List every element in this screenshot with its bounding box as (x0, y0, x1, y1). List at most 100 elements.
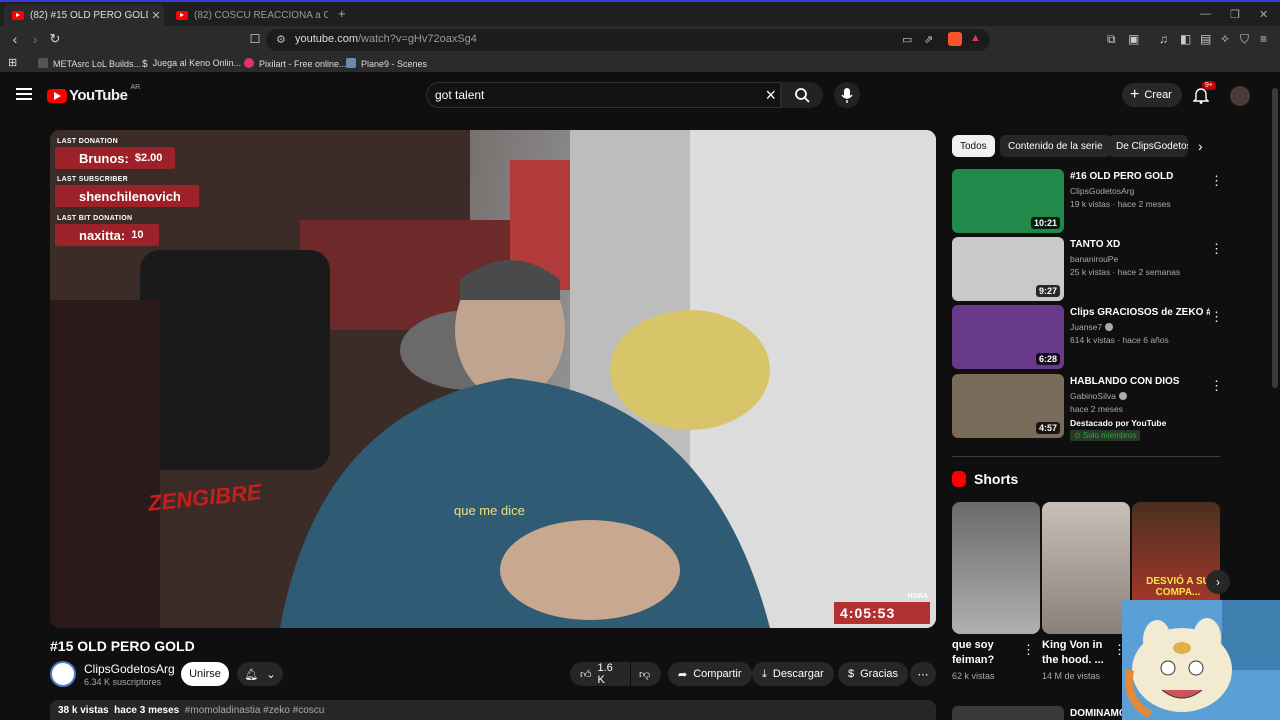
minimize-icon[interactable]: — (1200, 8, 1211, 20)
rec-channel: GabinoSilva (1070, 391, 1127, 401)
youtube-logo[interactable]: YouTube AR (47, 84, 140, 104)
tab-title: (82) COSCU REACCIONA a CU4TRO (194, 9, 328, 21)
clear-search-icon[interactable]: × (765, 85, 776, 106)
video-thumbnail[interactable]: 4:57 (952, 374, 1064, 438)
search-button[interactable] (781, 82, 823, 108)
notifications-button[interactable]: 9+ (1192, 81, 1216, 104)
chip-channel[interactable]: De ClipsGodetos (1108, 135, 1188, 157)
timer-label: HORA (907, 593, 928, 600)
short-title[interactable]: King Von in the hood. ... (1042, 638, 1114, 668)
create-button[interactable]: + Crear (1122, 83, 1182, 107)
maximize-icon[interactable]: ❐ (1230, 8, 1240, 21)
thumbs-up-icon: 👍︎ (580, 668, 592, 681)
cast-icon[interactable]: ▭ (902, 33, 912, 46)
extensions-icon[interactable]: ⧉ (1107, 32, 1116, 47)
short-overlay-text: DESVIÓ A SU COMPA... (1146, 576, 1210, 598)
video-thumbnail[interactable]: 9:27 (952, 237, 1064, 301)
bell-icon: 🔔︎ (244, 668, 259, 681)
video-player[interactable]: LAST DONATION Brunos: $2.00 LAST SUBSCRIB… (50, 130, 936, 628)
short-thumbnail[interactable] (1042, 502, 1130, 634)
more-actions-button[interactable]: ⋯ (910, 662, 936, 686)
account-avatar[interactable] (1230, 86, 1250, 106)
bookmark-item[interactable]: Plane9 - Scenes (346, 58, 427, 69)
video-thumbnail[interactable]: 10:21 (952, 169, 1064, 233)
vpn-icon[interactable]: ⛉ (1240, 32, 1249, 47)
thanks-button[interactable]: $ Gracias (838, 662, 909, 686)
share-button[interactable]: ➦ Compartir (668, 662, 752, 686)
close-tab-icon[interactable]: ✕ (148, 9, 164, 22)
more-vert-icon[interactable]: ⋮ (1210, 378, 1223, 394)
last-subscriber-box: shenchilenovich (55, 185, 199, 207)
recommended-video[interactable]: 9:27 TANTO XD bananirouPe 25 k vistas · … (952, 237, 1223, 301)
share-page-icon[interactable]: ⇗ (924, 33, 933, 46)
channel-name[interactable]: ClipsGodetosArg (84, 662, 175, 676)
bookmark-item[interactable]: $ Juega al Keno Onlin... (142, 58, 241, 70)
picture-in-picture-window[interactable] (1122, 600, 1280, 720)
like-count: 1.6 K (597, 662, 613, 686)
forward-icon[interactable]: › (26, 31, 44, 47)
brave-shield-icon[interactable] (948, 32, 962, 46)
chip-all[interactable]: Todos (952, 135, 995, 157)
channel-avatar[interactable] (50, 661, 76, 687)
recommended-video[interactable]: 6:28 Clips GRACIOSOS de ZEKO #5 Juanse7 … (952, 305, 1223, 369)
shorts-next-button[interactable]: › (1206, 570, 1230, 594)
shorts-icon (952, 471, 966, 487)
wallet-icon[interactable]: ▣ (1128, 32, 1139, 46)
subscribe-notifications-button[interactable]: 🔔︎ ⌄ (237, 662, 283, 686)
duration-badge: 9:27 (1035, 285, 1060, 297)
thumbs-down-icon: 👎︎ (639, 668, 651, 681)
video-thumbnail[interactable] (952, 706, 1064, 720)
duration-badge: 6:28 (1035, 353, 1060, 365)
apps-grid-icon[interactable]: ⊞ (8, 56, 17, 69)
brave-rewards-icon[interactable]: ▲ (970, 32, 981, 44)
more-vert-icon[interactable]: ⋮ (1210, 241, 1223, 257)
search-input[interactable] (435, 88, 755, 102)
voice-search-button[interactable] (834, 82, 860, 108)
last-donation-box: Brunos: $2.00 (55, 147, 175, 169)
more-vert-icon[interactable]: ⋮ (1210, 309, 1223, 325)
address-bar[interactable]: ⚙ youtube.com/watch?v=gHv72oaxSg4 ▭ ⇗ ▲ (266, 29, 990, 51)
site-settings-icon[interactable]: ⚙ (276, 33, 286, 46)
close-window-icon[interactable]: ✕ (1259, 8, 1268, 21)
download-icon: ⤓ (762, 667, 767, 680)
dislike-button[interactable]: 👎︎ (631, 662, 661, 686)
heart-icon (244, 58, 254, 68)
join-button[interactable]: Unirse (181, 662, 229, 686)
new-tab-icon[interactable]: + (338, 6, 346, 21)
hamburger-menu-icon[interactable] (16, 88, 32, 100)
more-vert-icon[interactable]: ⋮ (1210, 173, 1223, 189)
tab-title: (82) #15 OLD PERO GOLD - Y (30, 9, 148, 21)
like-button[interactable]: 👍︎ 1.6 K (570, 662, 630, 686)
recommended-video[interactable]: 10:21 #16 OLD PERO GOLD ClipsGodetosArg … (952, 169, 1223, 233)
browser-tab[interactable]: (82) COSCU REACCIONA a CU4TRO (168, 4, 328, 26)
verified-icon (1105, 323, 1114, 331)
short-thumbnail[interactable] (952, 502, 1040, 634)
recommended-video[interactable]: 4:57 HABLANDO CON DIOS GabinoSilva hace … (952, 374, 1223, 441)
more-vert-icon[interactable]: ⋮ (1022, 642, 1035, 658)
sidebar-icon[interactable]: ◧ (1180, 32, 1191, 46)
duration-badge: 4:57 (1035, 422, 1060, 434)
page-scrollbar[interactable] (1272, 88, 1278, 388)
bookmark-item[interactable]: METAsrc LoL Builds... (38, 58, 141, 69)
description-box[interactable]: 38 k vistas hace 3 meses #momoladinastia… (50, 700, 936, 720)
bookmark-label: METAsrc LoL Builds... (53, 59, 142, 69)
short-title[interactable]: que soy feiman? (952, 638, 1024, 668)
reload-icon[interactable]: ↻ (46, 31, 64, 47)
back-icon[interactable]: ‹ (6, 31, 24, 47)
chevron-right-icon[interactable]: › (1198, 138, 1203, 154)
browser-tab-active[interactable]: (82) #15 OLD PERO GOLD - Y ✕ (4, 4, 164, 26)
video-thumbnail[interactable]: 6:28 (952, 305, 1064, 369)
leo-ai-icon[interactable]: ✧ (1220, 32, 1230, 46)
music-icon[interactable]: ♫ (1159, 32, 1168, 46)
download-button[interactable]: ⤓ Descargar (752, 662, 834, 686)
wallet2-icon[interactable]: ▤ (1200, 32, 1211, 46)
menu-icon[interactable]: ≡ (1260, 32, 1267, 46)
bookmark-item[interactable]: Pixilart - Free online... (244, 58, 347, 69)
members-only-badge: ⊙ Solo miembros (1070, 430, 1141, 441)
url-path: /watch?v=gHv72oaxSg4 (357, 33, 477, 45)
bookmark-icon[interactable]: ☐ (246, 32, 264, 46)
bit-amount: 10 (131, 229, 144, 241)
short-views: 14 M de vistas (1042, 671, 1101, 681)
chip-series[interactable]: Contenido de la serie (1000, 135, 1111, 157)
hashtags[interactable]: #momoladinastia #zeko #coscu (185, 705, 325, 716)
